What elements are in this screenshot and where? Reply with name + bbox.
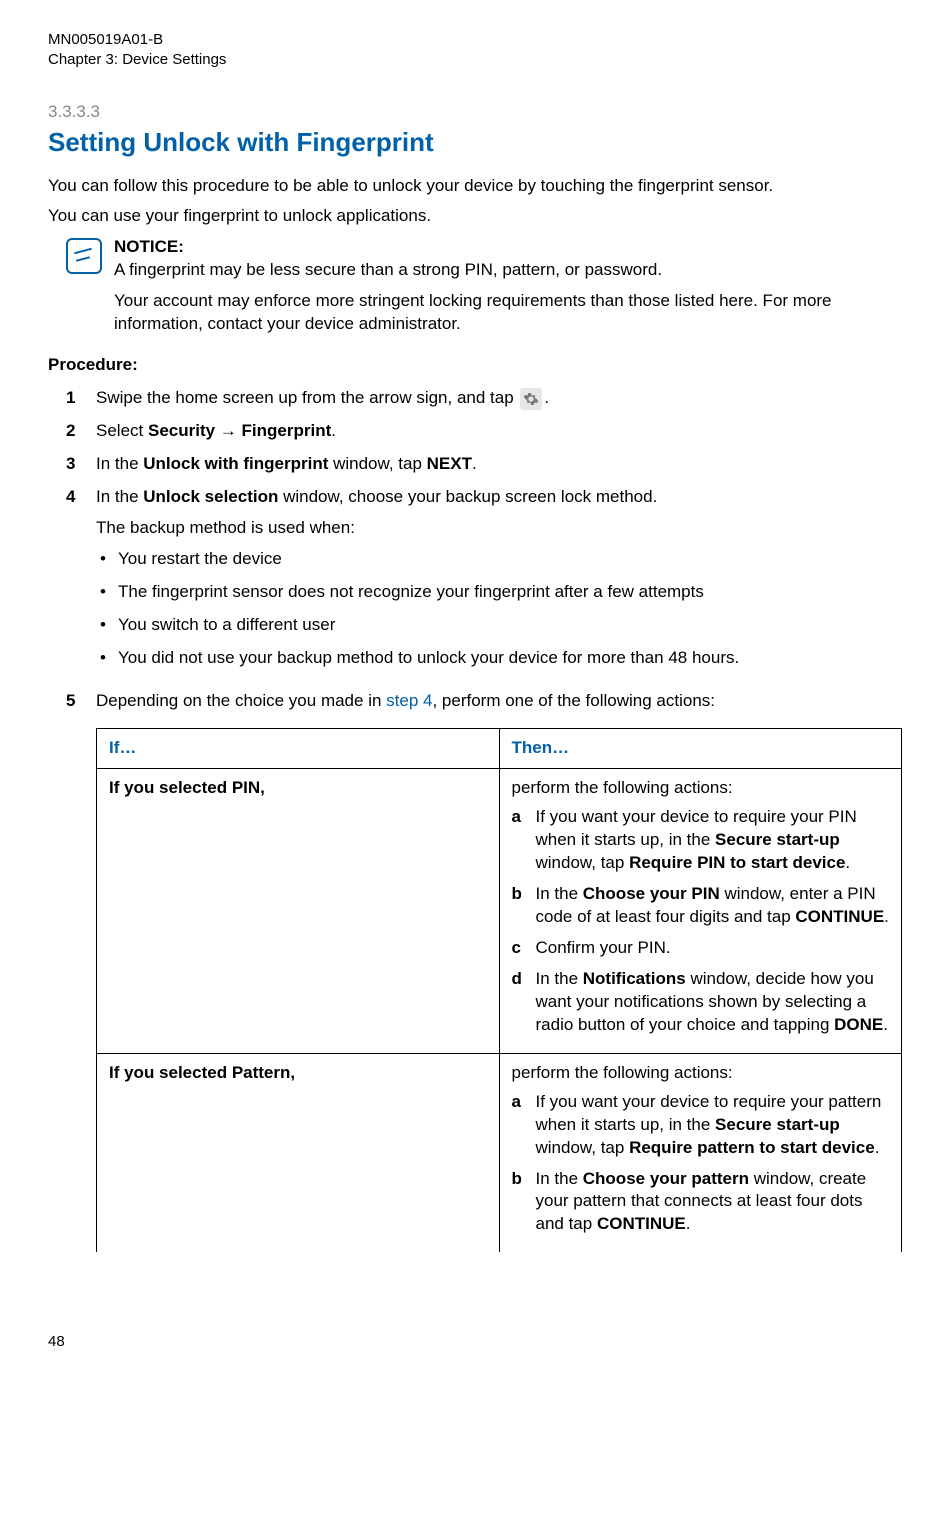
step1-text-pre: Swipe the home screen up from the arrow … (96, 388, 518, 407)
step-1: 1 Swipe the home screen up from the arro… (66, 387, 902, 410)
step3-mid: window, tap (328, 454, 426, 473)
th-then: Then… (499, 729, 902, 769)
step-num: 4 (66, 486, 82, 680)
notice-p1: A fingerprint may be less secure than a … (114, 259, 902, 282)
then-intro: perform the following actions: (512, 1062, 890, 1085)
notice-label: NOTICE: (114, 236, 902, 259)
step5-post: , perform one of the following actions: (432, 691, 715, 710)
cell-then: perform the following actions: aIf you w… (499, 769, 902, 1053)
step5-link[interactable]: step 4 (386, 691, 432, 710)
step-num: 1 (66, 387, 82, 410)
step2-b2: Fingerprint (242, 421, 332, 440)
page-number: 48 (48, 1332, 902, 1352)
step-num: 2 (66, 420, 82, 443)
text-bold: Require pattern to start device (629, 1138, 875, 1157)
step4-pre: In the (96, 487, 143, 506)
step2-b1: Security (148, 421, 215, 440)
bullet: You did not use your backup method to un… (96, 647, 902, 670)
bullet: You switch to a different user (96, 614, 902, 637)
step2-pre: Select (96, 421, 148, 440)
text-bold: DONE (834, 1015, 883, 1034)
substep-letter: a (512, 806, 526, 875)
chapter-label: Chapter 3: Device Settings (48, 50, 902, 70)
substep-letter: a (512, 1091, 526, 1160)
step-5: 5 Depending on the choice you made in st… (66, 690, 902, 1253)
gear-icon (520, 388, 542, 410)
text-bold: CONTINUE (795, 907, 884, 926)
table-row: If you selected Pattern, perform the fol… (97, 1053, 902, 1252)
notice-p2: Your account may enforce more stringent … (114, 290, 902, 336)
intro-p2: You can use your fingerprint to unlock a… (48, 205, 902, 228)
step3-b2: NEXT (427, 454, 472, 473)
substep-letter: d (512, 968, 526, 1037)
step2-arrow: → (215, 421, 241, 440)
text: In the (536, 1169, 583, 1188)
substep: bIn the Choose your pattern window, crea… (512, 1168, 890, 1237)
step1-text-post: . (544, 388, 549, 407)
substep: aIf you want your device to require your… (512, 1091, 890, 1160)
text: Confirm your PIN. (536, 937, 671, 960)
notice-icon (66, 236, 102, 282)
cell-if: If you selected PIN, (97, 769, 500, 1053)
step-2: 2 Select Security → Fingerprint. (66, 420, 902, 443)
section-title: Setting Unlock with Fingerprint (48, 125, 902, 160)
then-intro: perform the following actions: (512, 777, 890, 800)
text-bold: Choose your pattern (583, 1169, 749, 1188)
step3-b1: Unlock with fingerprint (143, 454, 328, 473)
text-bold: Notifications (583, 969, 686, 988)
procedure-list: 1 Swipe the home screen up from the arro… (48, 387, 902, 1252)
procedure-label: Procedure: (48, 354, 902, 377)
step4-sub: The backup method is used when: (96, 517, 902, 540)
substep: dIn the Notifications window, decide how… (512, 968, 890, 1037)
text: . (686, 1214, 691, 1233)
section-number: 3.3.3.3 (48, 101, 902, 124)
doc-id: MN005019A01-B (48, 30, 902, 50)
cell-if: If you selected Pattern, (97, 1053, 500, 1252)
text-bold: Choose your PIN (583, 884, 720, 903)
step-num: 3 (66, 453, 82, 476)
step4-post: window, choose your backup screen lock m… (278, 487, 657, 506)
cell-then: perform the following actions: aIf you w… (499, 1053, 902, 1252)
step-4: 4 In the Unlock selection window, choose… (66, 486, 902, 680)
text: window, tap (536, 1138, 630, 1157)
text-bold: Secure start-up (715, 1115, 840, 1134)
text: . (845, 853, 850, 872)
text: window, tap (536, 853, 630, 872)
step4-bullets: You restart the device The fingerprint s… (96, 548, 902, 670)
step-num: 5 (66, 690, 82, 1253)
step3-pre: In the (96, 454, 143, 473)
step4-b1: Unlock selection (143, 487, 278, 506)
text: . (875, 1138, 880, 1157)
substep: bIn the Choose your PIN window, enter a … (512, 883, 890, 929)
if-then-table: If… Then… If you selected PIN, perform t… (96, 728, 902, 1252)
text-bold: Secure start-up (715, 830, 840, 849)
step5-pre: Depending on the choice you made in (96, 691, 386, 710)
step2-post: . (331, 421, 336, 440)
bullet: The fingerprint sensor does not recogniz… (96, 581, 902, 604)
text-bold: Require PIN to start device (629, 853, 845, 872)
table-row: If you selected PIN, perform the followi… (97, 769, 902, 1053)
th-if: If… (97, 729, 500, 769)
substep: c Confirm your PIN. (512, 937, 890, 960)
notice-block: NOTICE: A fingerprint may be less secure… (48, 236, 902, 282)
step-3: 3 In the Unlock with fingerprint window,… (66, 453, 902, 476)
text: . (883, 1015, 888, 1034)
text: . (884, 907, 889, 926)
text: In the (536, 969, 583, 988)
substep-letter: b (512, 883, 526, 929)
substep-letter: b (512, 1168, 526, 1237)
bullet: You restart the device (96, 548, 902, 571)
substep-letter: c (512, 937, 526, 960)
text-bold: CONTINUE (597, 1214, 686, 1233)
intro-p1: You can follow this procedure to be able… (48, 175, 902, 198)
step3-post: . (472, 454, 477, 473)
text: In the (536, 884, 583, 903)
substep: aIf you want your device to require your… (512, 806, 890, 875)
